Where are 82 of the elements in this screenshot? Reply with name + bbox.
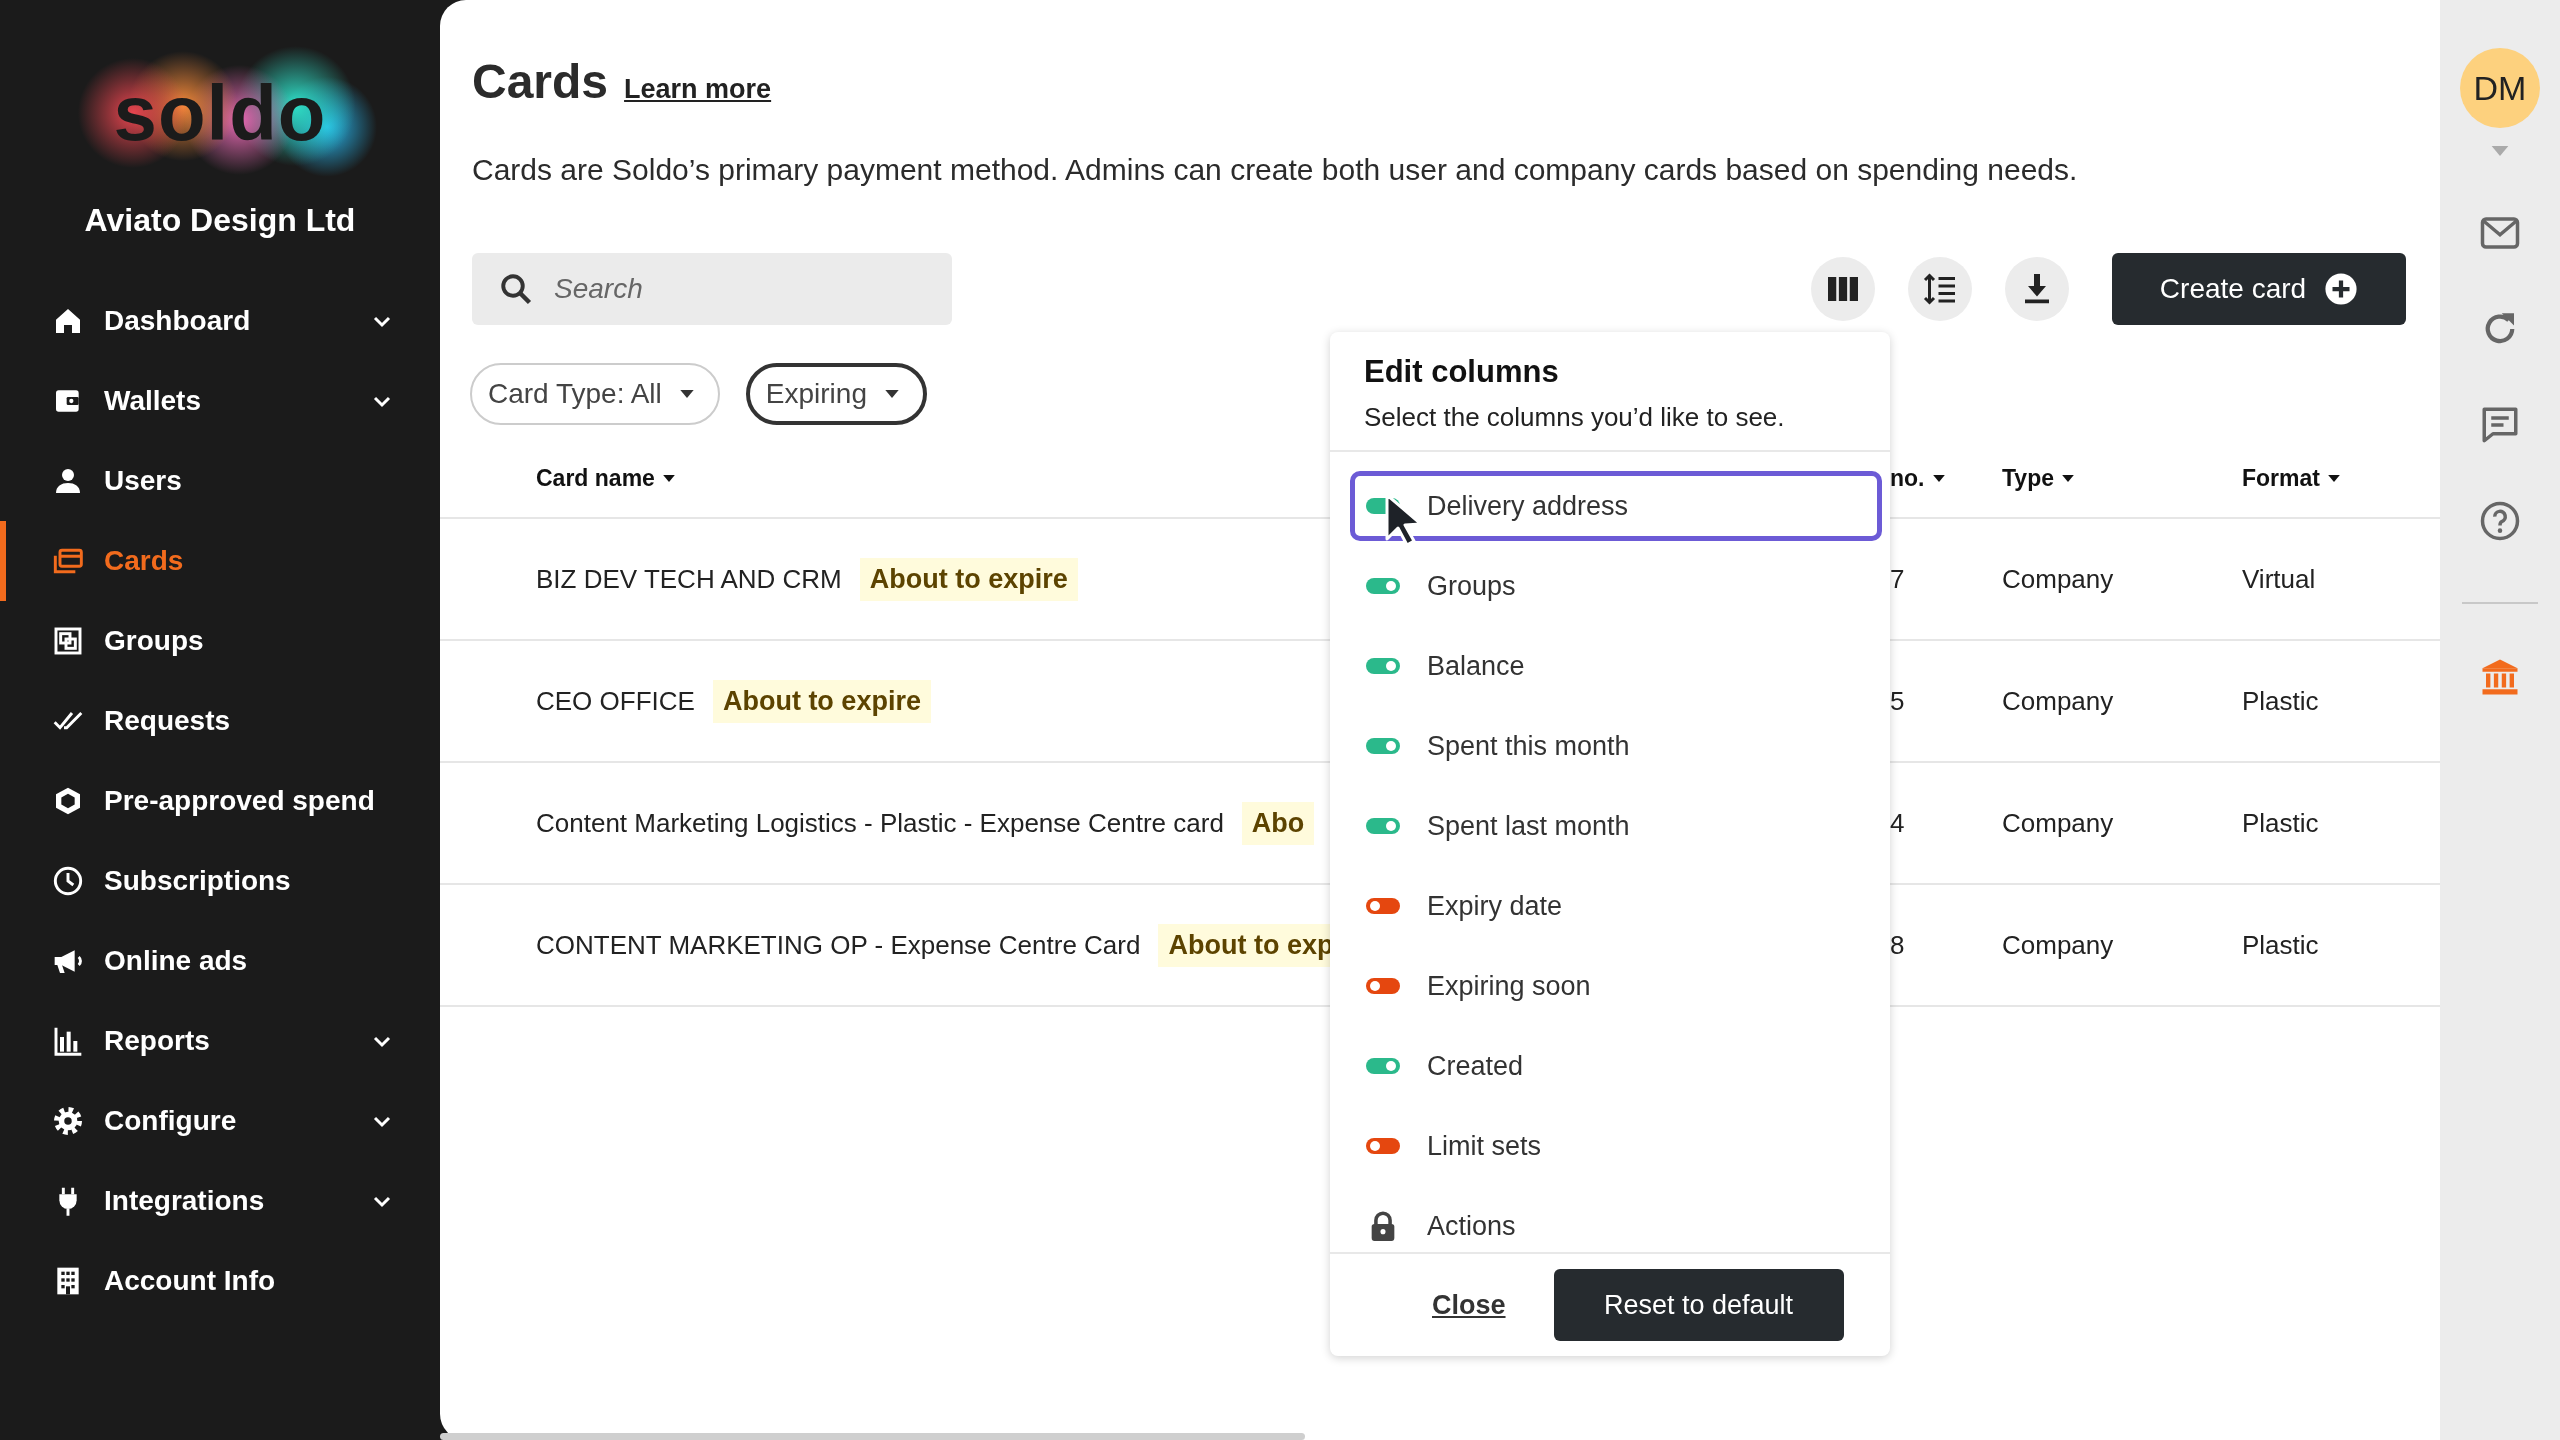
page-description: Cards are Soldo’s primary payment method. Admins can create both user and company cards based on spending needs. bbox=[472, 153, 2079, 187]
status-tag: About to expire bbox=[859, 557, 1078, 601]
help-icon[interactable] bbox=[2479, 500, 2521, 542]
table-cell: 7 bbox=[1890, 563, 1905, 594]
nav-item[interactable]: Account Info bbox=[0, 1241, 440, 1321]
nav-item[interactable]: Groups bbox=[0, 601, 440, 681]
toggle-switch[interactable] bbox=[1366, 978, 1400, 994]
toggle-switch[interactable] bbox=[1366, 1058, 1400, 1074]
nav-item[interactable]: Subscriptions bbox=[0, 841, 440, 921]
reset-button[interactable]: Reset to default bbox=[1553, 1269, 1844, 1341]
plus-circle-icon bbox=[2324, 272, 2359, 306]
clock-icon bbox=[52, 865, 84, 897]
column-option[interactable]: Spent this month bbox=[1350, 711, 1882, 781]
toggle-switch[interactable] bbox=[1366, 658, 1400, 674]
column-header[interactable]: no. bbox=[1890, 464, 2002, 492]
column-header[interactable]: Card name bbox=[536, 464, 1330, 492]
column-header[interactable]: Type bbox=[2002, 464, 2242, 492]
column-option[interactable]: Created bbox=[1350, 1031, 1882, 1101]
status-tag: Abo bbox=[1241, 801, 1315, 845]
card-name: Content Marketing Logistics - Plastic - Expense Centre card bbox=[536, 807, 1224, 839]
page-title: Cards bbox=[472, 54, 609, 109]
nav-item[interactable]: Dashboard bbox=[0, 281, 440, 361]
toggle-switch[interactable] bbox=[1366, 1138, 1400, 1154]
scrollbar[interactable] bbox=[440, 1433, 1305, 1440]
status-tag: About to expire bbox=[712, 679, 931, 723]
squares-icon bbox=[52, 625, 84, 657]
sort-caret-icon bbox=[1932, 474, 1945, 482]
table-cell-text: Company bbox=[2002, 929, 2115, 961]
sort-caret-icon bbox=[662, 474, 675, 482]
card-name: CONTENT MARKETING OP - Expense Centre Card bbox=[536, 929, 1141, 961]
table-cell: 4 bbox=[1890, 807, 1905, 838]
panel-subtitle: Select the columns you’d like to see. bbox=[1364, 402, 1786, 433]
table-cell-text: Plastic bbox=[2242, 685, 2320, 717]
company-name: Aviato Design Ltd bbox=[84, 202, 356, 239]
line-spacing-icon bbox=[1922, 271, 1958, 307]
user-avatar[interactable]: DM bbox=[2460, 48, 2540, 128]
column-option[interactable]: Limit sets bbox=[1350, 1111, 1882, 1181]
table-cell: 8 bbox=[1890, 929, 1905, 960]
panel-title: Edit columns bbox=[1364, 354, 1560, 390]
search-icon bbox=[498, 271, 534, 307]
table-cell: 5 bbox=[1890, 685, 1905, 716]
table-cell-text: Plastic bbox=[2242, 807, 2320, 839]
table-cell-text: Company bbox=[2002, 807, 2115, 839]
filter-dropdown[interactable]: Expiring bbox=[745, 363, 927, 425]
table-cell-text: Plastic bbox=[2242, 929, 2320, 961]
close-link[interactable]: Close bbox=[1432, 1289, 1506, 1321]
sort-caret-icon bbox=[2327, 474, 2340, 482]
card-name: BIZ DEV TECH AND CRM bbox=[536, 563, 842, 595]
column-option[interactable]: Delivery address bbox=[1350, 471, 1882, 541]
create-card-button[interactable]: Create card bbox=[2112, 253, 2406, 325]
nav-item[interactable]: Integrations bbox=[0, 1161, 440, 1241]
bar-chart-icon bbox=[52, 1025, 84, 1057]
sort-caret-icon bbox=[2062, 474, 2074, 482]
filter-dropdown[interactable]: Card Type: All bbox=[470, 363, 720, 425]
caret-icon bbox=[679, 390, 694, 398]
nav-item[interactable]: Requests bbox=[0, 681, 440, 761]
caret-icon bbox=[884, 390, 899, 398]
nav-item[interactable]: Online ads bbox=[0, 921, 440, 1001]
column-option[interactable]: Balance bbox=[1350, 631, 1882, 701]
nav-item[interactable]: Reports bbox=[0, 1001, 440, 1081]
nav-item[interactable]: Cards bbox=[0, 521, 440, 601]
column-option[interactable]: Actions bbox=[1350, 1191, 1882, 1252]
nav-item[interactable]: Pre-approved spend bbox=[0, 761, 440, 841]
column-option[interactable]: Groups bbox=[1350, 551, 1882, 621]
toggle-switch[interactable] bbox=[1366, 578, 1400, 594]
toggle-switch[interactable] bbox=[1366, 738, 1400, 754]
nav-item[interactable]: Configure bbox=[0, 1081, 440, 1161]
search-field[interactable]: Search bbox=[472, 253, 952, 325]
column-option[interactable]: Expiring soon bbox=[1350, 951, 1882, 1021]
column-header[interactable]: Format bbox=[2242, 464, 2440, 492]
gear-icon bbox=[52, 1105, 84, 1137]
table-cell-text: Virtual bbox=[2242, 563, 2317, 595]
card-name: CEO OFFICE bbox=[536, 685, 695, 717]
table-cell-text: Company bbox=[2002, 563, 2115, 595]
toggle-switch[interactable] bbox=[1366, 818, 1400, 834]
nav-item[interactable]: Wallets bbox=[0, 361, 440, 441]
column-option[interactable]: Spent last month bbox=[1350, 791, 1882, 861]
table-cell-text: Company bbox=[2002, 685, 2115, 717]
learn-more-link[interactable]: Learn more bbox=[624, 74, 772, 105]
nav-item[interactable]: Users bbox=[0, 441, 440, 521]
toggle-switch[interactable] bbox=[1366, 898, 1400, 914]
column-option[interactable]: Expiry date bbox=[1350, 871, 1882, 941]
